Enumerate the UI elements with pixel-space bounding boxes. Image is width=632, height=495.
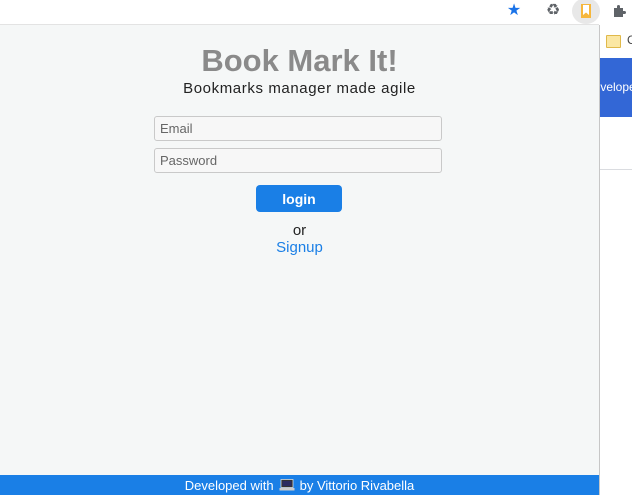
- app-title: Book Mark It!: [201, 43, 398, 78]
- recycle-icon[interactable]: ♻: [541, 0, 565, 22]
- folder-icon: [606, 35, 621, 48]
- password-input[interactable]: [154, 148, 442, 173]
- browser-toolbar: ★ ♻: [0, 0, 632, 25]
- signup-link[interactable]: Signup: [276, 239, 323, 256]
- background-banner: Developers: [599, 58, 632, 117]
- bookmark-extension-icon[interactable]: [572, 0, 600, 24]
- app-subtitle: Bookmarks manager made agile: [183, 80, 416, 97]
- extension-popup: Book Mark It! Bookmarks manager made agi…: [0, 25, 600, 495]
- footer-prefix: Developed with: [184, 477, 274, 493]
- footer-suffix: by Vittorio Rivabella: [299, 477, 415, 493]
- email-input[interactable]: [154, 116, 442, 141]
- puzzle-icon[interactable]: [607, 0, 631, 22]
- signup-container: Signup: [0, 239, 599, 256]
- background-banner-text: Developers: [599, 80, 632, 94]
- login-button[interactable]: login: [256, 185, 342, 212]
- background-page: C Developers: [599, 24, 632, 495]
- laptop-icon: [279, 479, 295, 491]
- or-separator: or: [292, 222, 307, 239]
- bookmark-bar-label: C: [627, 33, 632, 47]
- footer: Developed with by Vittorio Rivabella: [0, 475, 599, 495]
- star-icon[interactable]: ★: [502, 0, 526, 22]
- divider: [599, 169, 632, 170]
